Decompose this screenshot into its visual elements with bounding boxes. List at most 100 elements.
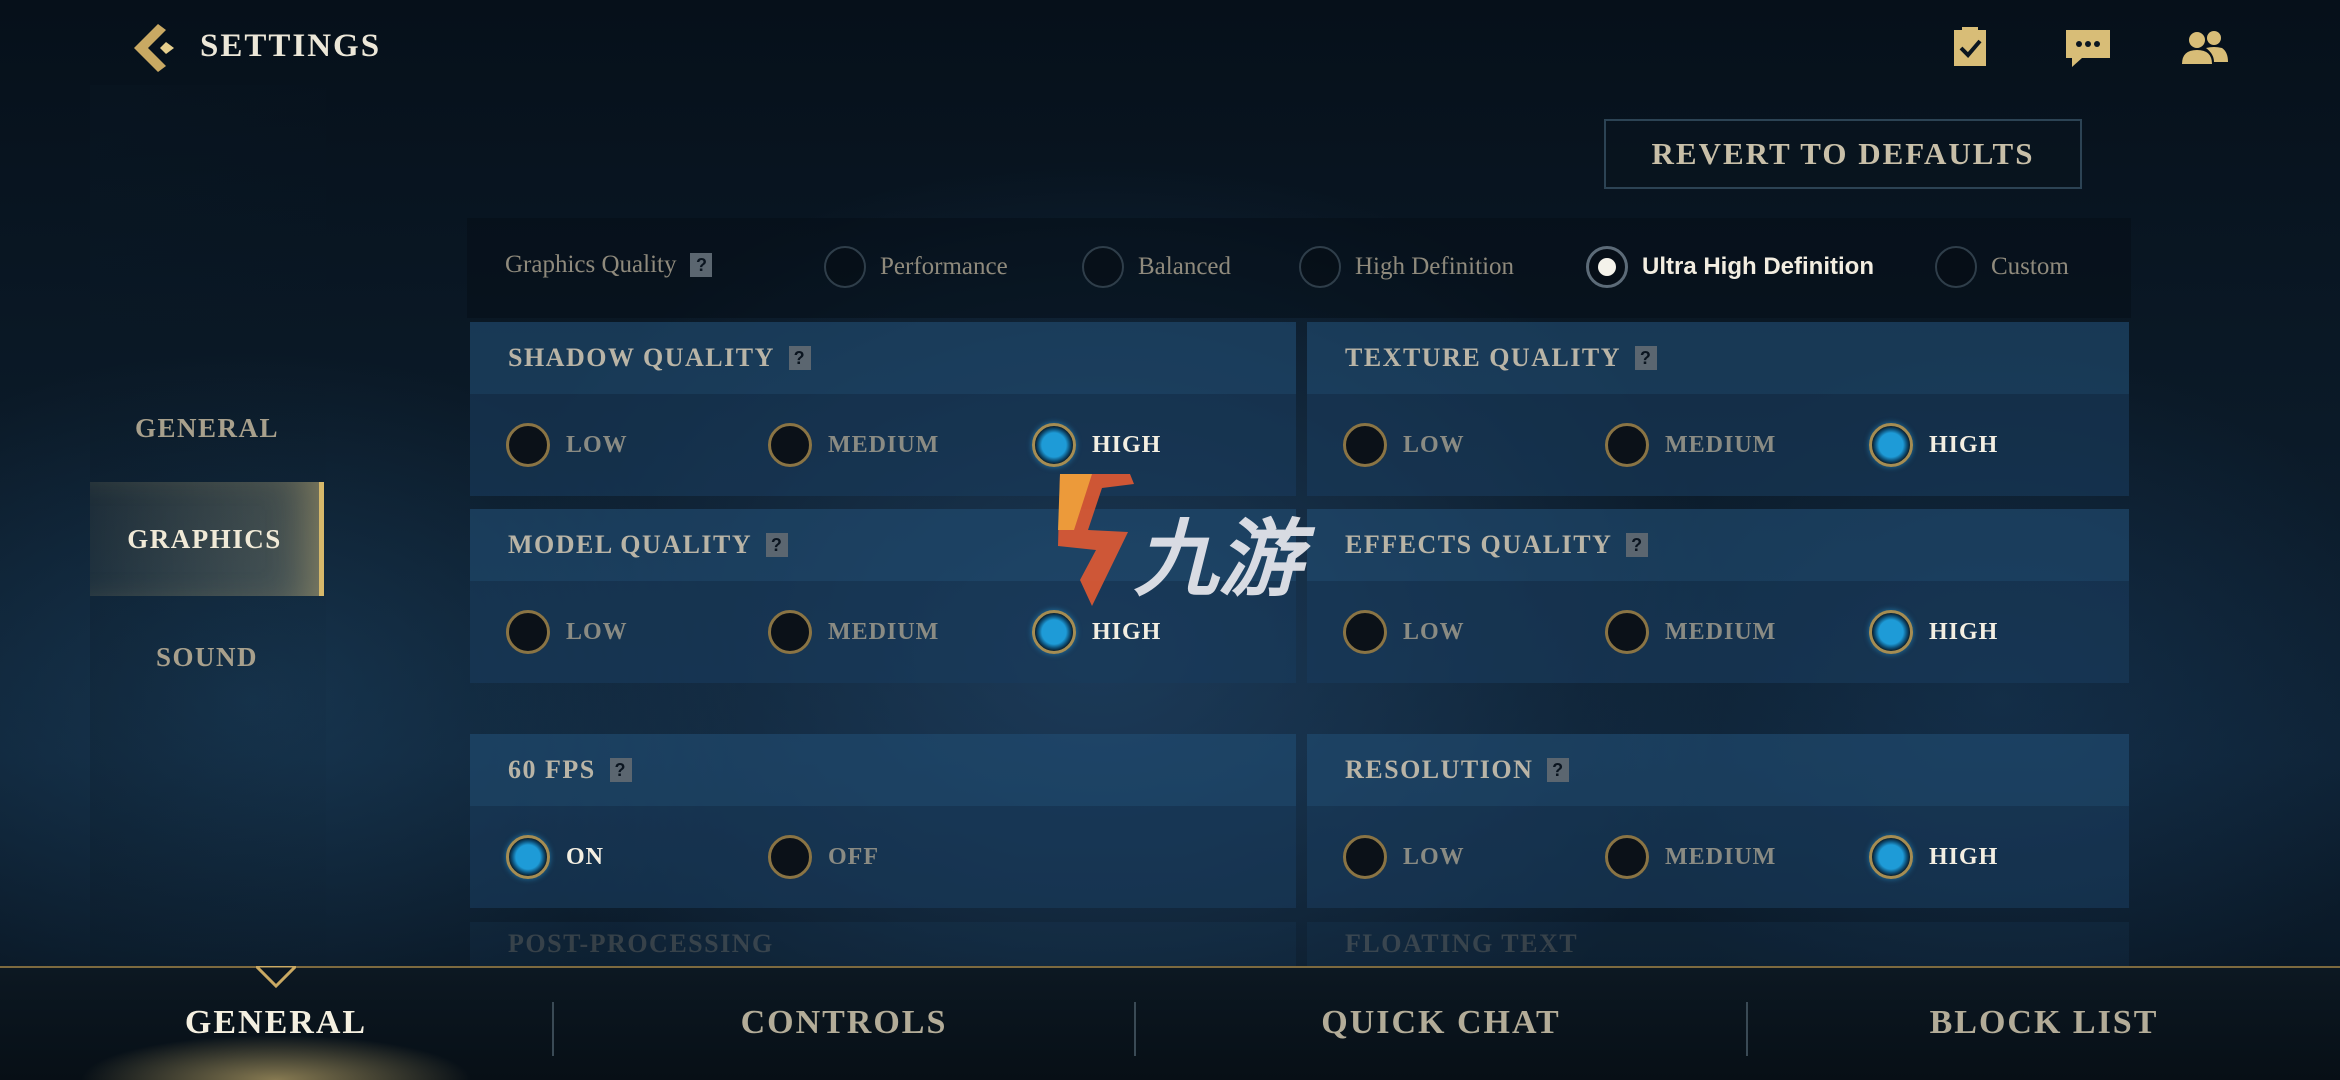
option-label: MEDIUM (1665, 618, 1777, 645)
effects-quality-panel: EFFECTS QUALITY ? LOW MEDIUM HIGH (1307, 509, 2129, 683)
panel-header: EFFECTS QUALITY ? (1307, 509, 2129, 581)
back-icon[interactable] (128, 20, 184, 76)
panel-title: EFFECTS QUALITY (1345, 530, 1613, 559)
option-label: HIGH (1092, 618, 1162, 645)
graphics-quality-bar: Graphics Quality ? Performance Balanced … (467, 218, 2131, 318)
effects-low-option[interactable]: LOW (1343, 610, 1465, 654)
option-label: MEDIUM (1665, 843, 1777, 870)
gq-option-custom[interactable]: Custom (1935, 246, 2069, 288)
option-label: HIGH (1092, 431, 1162, 458)
effects-medium-option[interactable]: MEDIUM (1605, 610, 1776, 654)
model-high-option[interactable]: HIGH (1032, 610, 1161, 654)
panel-title: POST-PROCESSING (508, 929, 774, 958)
help-icon[interactable]: ? (1547, 758, 1570, 782)
option-label: MEDIUM (828, 431, 940, 458)
option-label: MEDIUM (828, 618, 940, 645)
resolution-medium-option[interactable]: MEDIUM (1605, 835, 1776, 879)
panel-title: MODEL QUALITY (508, 530, 753, 559)
graphics-quality-text: Graphics Quality (505, 251, 677, 278)
panel-header: 60 FPS ? (470, 734, 1296, 806)
radio-icon (1343, 610, 1387, 654)
resolution-high-option[interactable]: HIGH (1869, 835, 1998, 879)
panel-header: TEXTURE QUALITY ? (1307, 322, 2129, 394)
radio-selected-icon (1032, 423, 1076, 467)
gq-option-high-definition[interactable]: High Definition (1299, 246, 1514, 288)
gq-option-label: Ultra High Definition (1642, 253, 1874, 280)
radio-icon (768, 835, 812, 879)
texture-low-option[interactable]: LOW (1343, 423, 1465, 467)
tab-controls[interactable]: CONTROLS (554, 966, 1134, 1080)
radio-icon (506, 423, 550, 467)
help-icon[interactable]: ? (766, 533, 789, 557)
option-label: ON (566, 843, 604, 870)
texture-quality-panel: TEXTURE QUALITY ? LOW MEDIUM HIGH (1307, 322, 2129, 496)
model-low-option[interactable]: LOW (506, 610, 628, 654)
texture-medium-option[interactable]: MEDIUM (1605, 423, 1776, 467)
radio-icon (1343, 835, 1387, 879)
tab-quick-chat[interactable]: QUICK CHAT (1136, 966, 1746, 1080)
radio-icon (1343, 423, 1387, 467)
floating-text-panel: FLOATING TEXT (1307, 922, 2129, 966)
post-processing-panel: POST-PROCESSING (470, 922, 1296, 966)
shadow-high-option[interactable]: HIGH (1032, 423, 1161, 467)
radio-icon (506, 610, 550, 654)
radio-icon (1935, 246, 1977, 288)
panel-header: RESOLUTION ? (1307, 734, 2129, 806)
help-icon[interactable]: ? (609, 758, 632, 782)
radio-icon (768, 610, 812, 654)
chat-icon[interactable] (2064, 26, 2110, 70)
radio-icon (1605, 610, 1649, 654)
radio-selected-icon (1869, 610, 1913, 654)
watermark-logo: 九游 (1030, 470, 1310, 610)
option-label: HIGH (1929, 843, 1999, 870)
effects-high-option[interactable]: HIGH (1869, 610, 1998, 654)
radio-icon (1605, 423, 1649, 467)
fps-on-option[interactable]: ON (506, 835, 604, 879)
option-label: LOW (566, 618, 628, 645)
gq-option-label: Balanced (1138, 253, 1232, 280)
radio-selected-icon (1586, 246, 1628, 288)
radio-selected-icon (506, 835, 550, 879)
gq-option-performance[interactable]: Performance (824, 246, 1008, 288)
sidebar-item-general[interactable]: GENERAL (90, 371, 324, 485)
panel-header: FLOATING TEXT (1307, 922, 2129, 966)
option-label: MEDIUM (1665, 431, 1777, 458)
help-icon[interactable]: ? (1635, 346, 1658, 370)
panel-header: SHADOW QUALITY ? (470, 322, 1296, 394)
missions-icon[interactable] (1948, 26, 1992, 70)
option-label: LOW (1403, 618, 1465, 645)
model-medium-option[interactable]: MEDIUM (768, 610, 939, 654)
fps-off-option[interactable]: OFF (768, 835, 879, 879)
shadow-low-option[interactable]: LOW (506, 423, 628, 467)
help-icon[interactable]: ? (690, 253, 713, 277)
texture-high-option[interactable]: HIGH (1869, 423, 1998, 467)
panel-title: TEXTURE QUALITY (1345, 343, 1622, 372)
gq-option-label: High Definition (1355, 253, 1515, 280)
sidebar-item-sound[interactable]: SOUND (90, 600, 324, 714)
gq-option-ultra-high-definition[interactable]: Ultra High Definition (1586, 246, 1874, 288)
sidebar-item-graphics[interactable]: GRAPHICS (90, 482, 324, 596)
resolution-low-option[interactable]: LOW (1343, 835, 1465, 879)
tab-block-list[interactable]: BLOCK LIST (1748, 966, 2340, 1080)
revert-to-defaults-button[interactable]: REVERT TO DEFAULTS (1604, 119, 2082, 189)
radio-icon (1605, 835, 1649, 879)
panel-title: FLOATING TEXT (1345, 929, 1579, 958)
panel-title: 60 FPS (508, 755, 596, 784)
radio-selected-icon (1032, 610, 1076, 654)
gq-option-balanced[interactable]: Balanced (1082, 246, 1231, 288)
help-icon[interactable]: ? (788, 346, 811, 370)
radio-icon (1082, 246, 1124, 288)
page-title: SETTINGS (200, 28, 382, 64)
panel-header: POST-PROCESSING (470, 922, 1296, 966)
gq-option-label: Custom (1991, 253, 2069, 280)
help-icon[interactable]: ? (1626, 533, 1649, 557)
radio-icon (824, 246, 866, 288)
panel-title: RESOLUTION (1345, 755, 1534, 784)
friends-icon[interactable] (2180, 26, 2228, 70)
tab-general[interactable]: GENERAL (0, 966, 552, 1080)
radio-selected-icon (1869, 423, 1913, 467)
watermark-text: 九游 (1134, 510, 1303, 608)
shadow-medium-option[interactable]: MEDIUM (768, 423, 939, 467)
option-label: LOW (566, 431, 628, 458)
option-label: HIGH (1929, 431, 1999, 458)
